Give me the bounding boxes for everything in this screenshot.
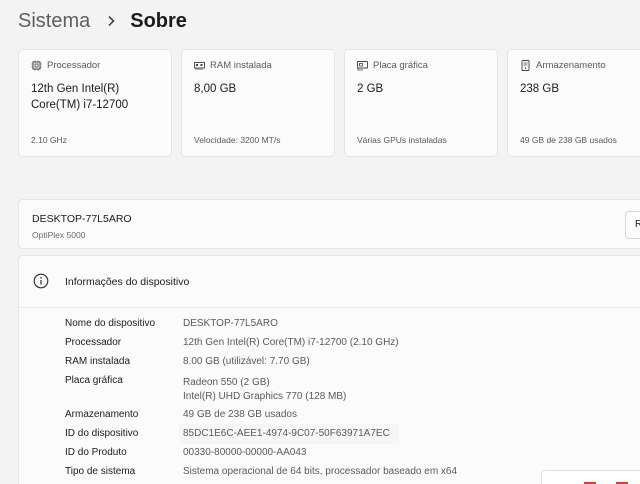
info-row-key: ID do Produto (65, 447, 127, 458)
spec-card-value: 238 GB (520, 83, 559, 95)
storage-icon (520, 60, 531, 71)
info-row-key: Armazenamento (65, 409, 139, 420)
breadcrumb: Sistema Sobre (18, 6, 187, 36)
page-title: Sobre (130, 9, 187, 32)
spec-card-processor: Processador 12th Gen Intel(R) Core(TM) i… (18, 49, 172, 157)
spec-card-subtext: 49 GB de 238 GB usados (520, 135, 617, 145)
breadcrumb-sistema-link[interactable]: Sistema (18, 10, 90, 33)
ram-icon (194, 60, 205, 71)
spec-card-label: RAM instalada (210, 60, 272, 71)
graphics-card-icon (357, 60, 368, 71)
info-row-value-secondary: Intel(R) UHD Graphics 770 (128 MB) (183, 391, 347, 402)
processor-icon (31, 60, 42, 71)
info-row-key: Nome do dispositivo (65, 318, 156, 329)
info-row-key: ID do dispositivo (65, 428, 139, 439)
chevron-right-icon (100, 10, 122, 32)
spec-card-subtext: Velocidade: 3200 MT/s (194, 135, 281, 145)
device-name-panel: DESKTOP-77L5ARO OptiPlex 5000 Renomear e… (18, 199, 640, 249)
info-row-value: DESKTOP-77L5ARO (183, 318, 278, 329)
info-row-value: 12th Gen Intel(R) Core(TM) i7-12700 (2.1… (183, 337, 399, 348)
info-row-value[interactable]: 00330-80000-00000-AA043 (183, 446, 306, 460)
spec-card-ram: RAM instalada 8,00 GB Velocidade: 3200 M… (181, 49, 335, 157)
info-icon (33, 273, 49, 289)
info-row-key: Placa gráfica (65, 375, 123, 386)
spec-card-graphics: Placa gráfica 2 GB Várias GPUs instalada… (344, 49, 498, 157)
info-row-value: Radeon 550 (2 GB) (183, 377, 270, 388)
info-row-key: RAM instalada (65, 356, 131, 367)
device-info-title: Informações do dispositivo (65, 276, 190, 288)
device-model: OptiPlex 5000 (32, 230, 86, 240)
spec-card-value: 2 GB (357, 83, 384, 95)
spec-card-subtext: 2.10 GHz (31, 135, 67, 145)
spec-card-value: 8,00 GB (194, 83, 237, 95)
device-info-panel: Informações do dispositivo Nome do dispo… (18, 255, 640, 484)
info-row-value: 49 GB de 238 GB usados (183, 409, 297, 420)
device-info-header[interactable]: Informações do dispositivo (19, 256, 640, 308)
taskbar-tray-snippet[interactable] (541, 470, 640, 484)
info-row-key: Processador (65, 337, 122, 348)
spec-card-subtext: Várias GPUs instaladas (357, 135, 447, 145)
spec-card-value: 12th Gen Intel(R) Core(TM) i7-12700 (31, 83, 129, 111)
spec-card-label: Armazenamento (536, 60, 606, 71)
info-row-value[interactable]: 85DC1E6C-AEE1-4974-9C07-50F63971A7EC (183, 427, 390, 441)
settings-about-page: Sistema Sobre Processador 12th Gen Intel… (0, 0, 640, 484)
info-row-value: 8.00 GB (utilizável: 7.70 GB) (183, 356, 310, 367)
spec-card-storage: Armazenamento 238 GB 49 GB de 238 GB usa… (507, 49, 640, 157)
info-row-key: Tipo de sistema (65, 466, 136, 477)
spec-card-label: Processador (47, 60, 101, 71)
device-name: DESKTOP-77L5ARO (32, 213, 132, 225)
rename-pc-button[interactable]: Renomear este PC (625, 211, 640, 239)
spec-card-label: Placa gráfica (373, 60, 428, 71)
info-row-value: Sistema operacional de 64 bits, processa… (183, 466, 458, 477)
